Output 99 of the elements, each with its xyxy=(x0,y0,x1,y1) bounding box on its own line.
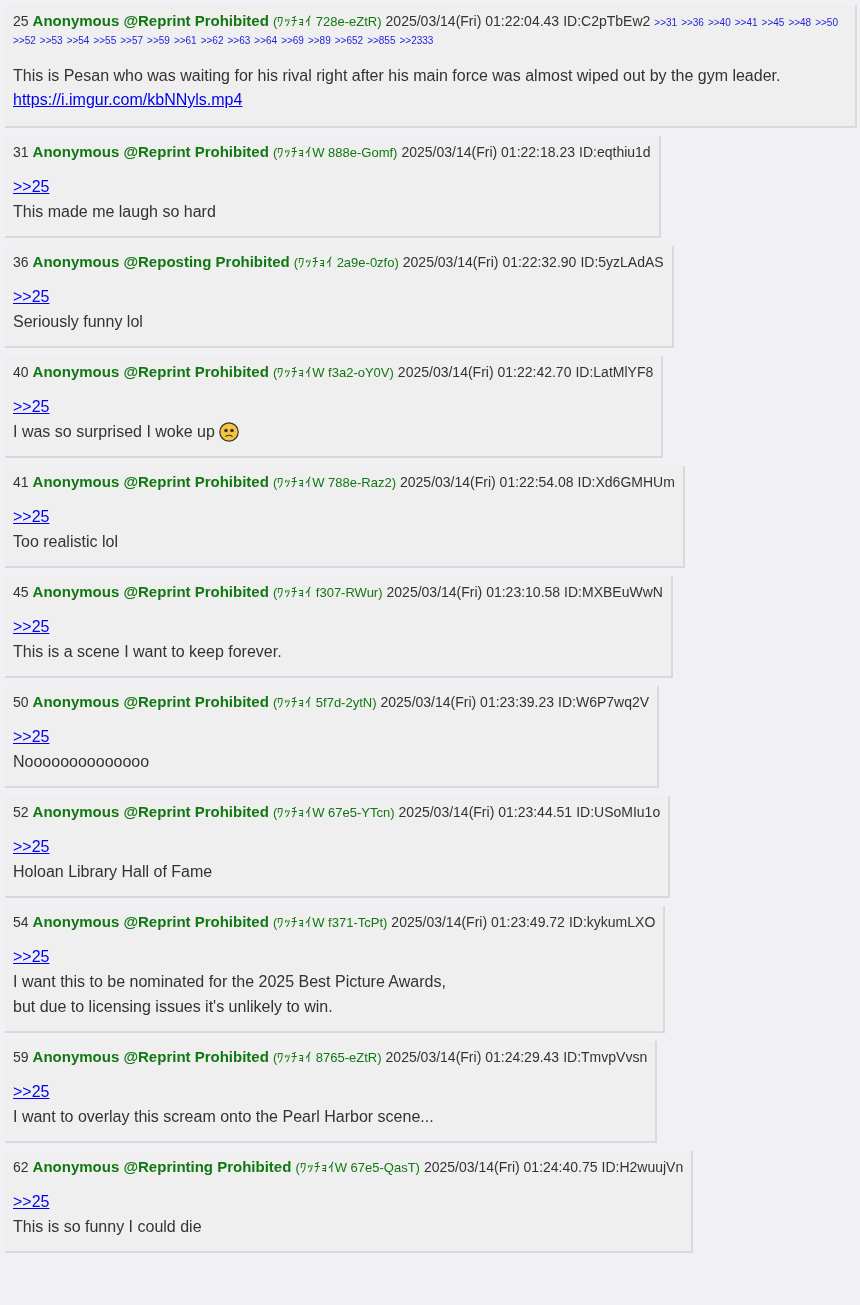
post-date: 2025/03/14(Fri) 01:24:29.43 xyxy=(385,1048,560,1066)
poster-name: Anonymous @Reprint Prohibited xyxy=(32,473,269,491)
poster-trip: (ﾜｯﾁｮｲW f3a2-oY0V) xyxy=(272,364,394,382)
post-number: 59 xyxy=(13,1048,29,1066)
post-number: 31 xyxy=(13,143,29,161)
post-date: 2025/03/14(Fri) 01:23:39.23 xyxy=(380,693,555,711)
backlink[interactable]: >>40 xyxy=(707,14,731,32)
backlink[interactable]: >>63 xyxy=(227,32,251,50)
poster-trip: (ﾜｯﾁｮｲW 788e-Raz2) xyxy=(272,474,396,492)
post-text: I want this to be nominated for the 2025 Best Picture Awards, but due to licensing issues it's unlikely to win. xyxy=(13,972,446,1017)
post-number: 40 xyxy=(13,363,29,381)
post-number: 36 xyxy=(13,253,29,271)
poster-name: Anonymous @Reprint Prohibited xyxy=(32,12,269,30)
poster-name: Anonymous @Reprint Prohibited xyxy=(32,143,269,161)
reply-link[interactable]: >>25 xyxy=(13,288,50,305)
backlink[interactable]: >>59 xyxy=(147,32,170,50)
backlink[interactable]: >>55 xyxy=(93,32,117,50)
post-text: Holoan Library Hall of Fame xyxy=(13,862,213,882)
backlink[interactable]: >>57 xyxy=(120,32,144,50)
url-link[interactable]: https://i.imgur.com/kbNNyls.mp4 xyxy=(13,91,243,108)
reply-link[interactable]: >>25 xyxy=(13,508,50,525)
poster-trip: (ﾜｯﾁｮｲW f371-TcPt) xyxy=(272,914,388,932)
poster-name: Anonymous @Reprint Prohibited xyxy=(32,803,269,821)
poster-trip: (ﾜｯﾁｮｲ 5f7d-2ytN) xyxy=(272,694,377,712)
backlink[interactable]: >>855 xyxy=(367,32,396,50)
post-text: This made me laugh so hard xyxy=(13,202,216,222)
post-number: 52 xyxy=(13,803,29,821)
poster-name: Anonymous @Reprint Prohibited xyxy=(32,1048,269,1066)
reply-link[interactable]: >>25 xyxy=(13,948,50,965)
poster-id: ID:USoMIu1o xyxy=(576,803,661,821)
post-text: This is Pesan who was waiting for his rival right after his main force was almost wiped out by the gym leader. xyxy=(13,66,781,86)
backlink[interactable]: >>31 xyxy=(654,14,678,32)
poster-trip: (ﾜｯﾁｮｲW 67e5-YTcn) xyxy=(272,804,395,822)
post-date: 2025/03/14(Fri) 01:22:32.90 xyxy=(402,253,577,271)
post-text: I was so surprised I woke up xyxy=(13,422,215,442)
poster-id: ID:MXBEuWwN xyxy=(564,583,663,601)
poster-trip: (ﾜｯﾁｮｲ 2a9e-0zfo) xyxy=(293,254,399,272)
poster-trip: (ﾜｯﾁｮｲW 888e-Gomf) xyxy=(272,144,398,162)
reply-link[interactable]: >>25 xyxy=(13,178,50,195)
poster-name: Anonymous @Reprint Prohibited xyxy=(32,583,269,601)
poster-id: ID:TmvpVvsn xyxy=(563,1048,648,1066)
post-text: Seriously funny lol xyxy=(13,312,143,332)
backlink[interactable]: >>53 xyxy=(39,32,63,50)
post-number: 25 xyxy=(13,12,29,30)
post-date: 2025/03/14(Fri) 01:22:18.23 xyxy=(401,143,576,161)
reply-link[interactable]: >>25 xyxy=(13,1083,50,1100)
backlink[interactable]: >>41 xyxy=(734,14,758,32)
post-date: 2025/03/14(Fri) 01:22:04.43 xyxy=(385,12,560,30)
poster-id: ID:5yzLAdAS xyxy=(580,253,664,271)
backlink[interactable]: >>61 xyxy=(173,32,197,50)
poster-name: Anonymous @Reprint Prohibited xyxy=(32,363,269,381)
post-text: I want to overlay this scream onto the Pearl Harbor scene... xyxy=(13,1107,434,1127)
poster-id: ID:LatMlYF8 xyxy=(575,363,654,381)
post-text: This is a scene I want to keep forever. xyxy=(13,642,282,662)
reply-link[interactable]: >>25 xyxy=(13,398,50,415)
backlink[interactable]: >>652 xyxy=(334,32,364,50)
reply-link[interactable]: >>25 xyxy=(13,1193,50,1210)
reply-link[interactable]: >>25 xyxy=(13,728,50,745)
post-date: 2025/03/14(Fri) 01:23:49.72 xyxy=(391,913,565,931)
post-number: 45 xyxy=(13,583,29,601)
poster-name: Anonymous @Reprinting Prohibited xyxy=(32,1158,292,1176)
backlink[interactable]: >>62 xyxy=(200,32,224,50)
backlink[interactable]: >>48 xyxy=(788,14,812,32)
post-date: 2025/03/14(Fri) 01:22:42.70 xyxy=(397,363,572,381)
poster-id: ID:H2wuujVn xyxy=(601,1158,684,1176)
poster-id: ID:kykumLXO xyxy=(568,913,656,931)
poster-id: ID:Xd6GMHUm xyxy=(577,473,675,491)
post-number: 62 xyxy=(13,1158,29,1176)
poster-trip: (ﾜｯﾁｮｲ 8765-eZtR) xyxy=(272,1049,382,1067)
backlink[interactable]: >>54 xyxy=(66,32,90,50)
backlink[interactable]: >>36 xyxy=(681,14,704,32)
reply-link[interactable]: >>25 xyxy=(13,618,50,635)
poster-id: ID:C2pTbEw2 xyxy=(563,12,651,30)
reply-link[interactable]: >>25 xyxy=(13,838,50,855)
poster-name: Anonymous @Reposting Prohibited xyxy=(32,253,290,271)
post-number: 54 xyxy=(13,913,29,931)
post-text: Noooooooooooooo xyxy=(13,752,150,772)
backlink[interactable]: >>45 xyxy=(761,14,785,32)
poster-name: Anonymous @Reprint Prohibited xyxy=(32,913,269,931)
post-date: 2025/03/14(Fri) 01:22:54.08 xyxy=(400,473,574,491)
backlink[interactable]: >>89 xyxy=(307,32,331,50)
post-text: This is so funny I could die xyxy=(13,1217,202,1237)
post-date: 2025/03/14(Fri) 01:23:10.58 xyxy=(386,583,561,601)
backlink[interactable]: >>69 xyxy=(281,32,304,50)
post-date: 2025/03/14(Fri) 01:23:44.51 xyxy=(398,803,573,821)
poster-id: ID:eqthiu1d xyxy=(579,143,651,161)
poster-trip: (ﾜｯﾁｮｲW 67e5-QasT) xyxy=(295,1159,420,1177)
backlink[interactable]: >>52 xyxy=(13,32,36,50)
post-number: 50 xyxy=(13,693,29,711)
backlink[interactable]: >>2333 xyxy=(399,32,434,50)
post-date: 2025/03/14(Fri) 01:24:40.75 xyxy=(423,1158,598,1176)
poster-name: Anonymous @Reprint Prohibited xyxy=(32,693,269,711)
backlink[interactable]: >>64 xyxy=(254,32,278,50)
post-number: 41 xyxy=(13,473,29,491)
post-text: Too realistic lol xyxy=(13,532,118,552)
poster-trip: (ﾜｯﾁｮｲ f307-RWur) xyxy=(272,584,383,602)
poster-id: ID:W6P7wq2V xyxy=(558,693,650,711)
poster-trip: (ﾜｯﾁｮｲ 728e-eZtR) xyxy=(272,13,382,31)
backlink[interactable]: >>50 xyxy=(815,14,838,32)
